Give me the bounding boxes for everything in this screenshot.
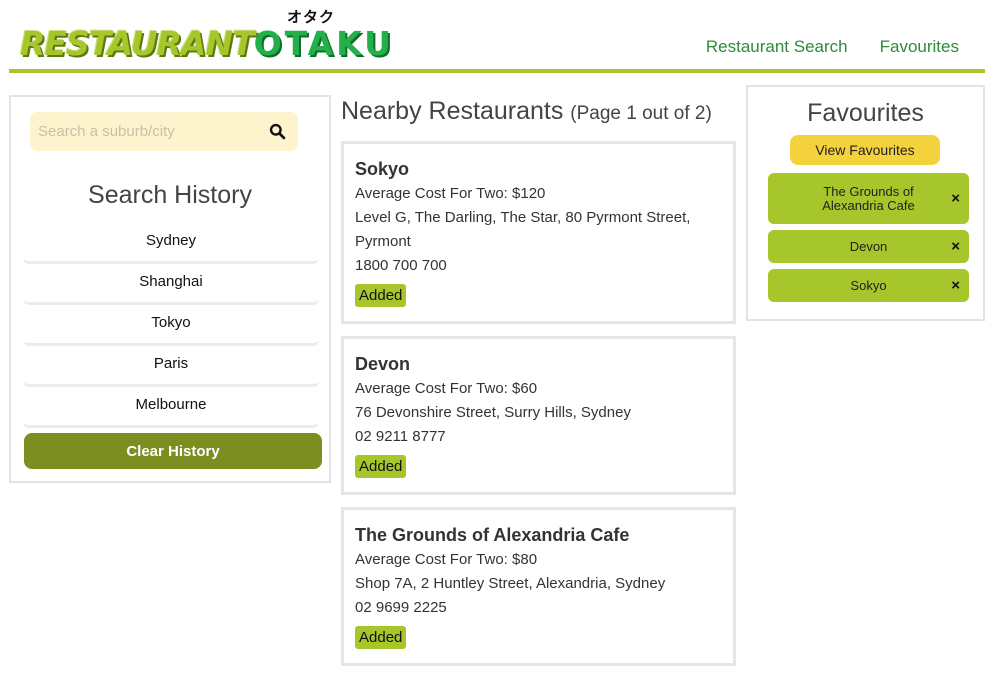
remove-favourite-icon[interactable]: × <box>951 191 960 206</box>
favourites-list: The Grounds of Alexandria Cafe × Devon ×… <box>768 173 969 308</box>
history-item[interactable]: Tokyo <box>23 305 319 346</box>
clear-history-button[interactable]: Clear History <box>24 433 322 469</box>
restaurant-card[interactable]: The Grounds of Alexandria Cafe Average C… <box>341 507 736 666</box>
page-indicator: (Page 1 out of 2) <box>570 103 712 124</box>
search-history-title: Search History <box>88 181 252 209</box>
logo-accent-text: OTAKU <box>253 24 394 63</box>
favourite-name: Sokyo <box>850 277 887 293</box>
restaurant-phone: 1800 700 700 <box>355 257 447 274</box>
results-heading: Nearby Restaurants (Page 1 out of 2) <box>341 97 712 126</box>
remove-favourite-icon[interactable]: × <box>951 278 960 293</box>
restaurant-address: Shop 7A, 2 Huntley Street, Alexandria, S… <box>355 575 666 592</box>
nav-restaurant-search[interactable]: Restaurant Search <box>706 37 848 57</box>
added-badge[interactable]: Added <box>355 284 407 307</box>
logo-wordmark: RESTAURANTOTAKU <box>20 24 394 63</box>
favourite-item[interactable]: Devon × <box>768 230 969 263</box>
favourites-title: Favourites <box>807 99 924 127</box>
restaurant-address: 76 Devonshire Street, Surry Hills, Sydne… <box>355 404 631 421</box>
restaurant-cost: Average Cost For Two: $60 <box>355 380 538 397</box>
view-favourites-button[interactable]: View Favourites <box>790 135 940 165</box>
restaurant-name[interactable]: Devon <box>355 351 722 377</box>
top-nav: Restaurant Search Favourites <box>706 37 959 57</box>
search-input[interactable] <box>38 112 258 151</box>
logo-main-text: RESTAURANT <box>20 24 255 63</box>
restaurant-cost: Average Cost For Two: $80 <box>355 551 538 568</box>
history-item[interactable]: Shanghai <box>23 264 319 305</box>
search-box <box>30 112 298 151</box>
favourite-item[interactable]: The Grounds of Alexandria Cafe × <box>768 173 969 224</box>
logo[interactable]: オタク RESTAURANTOTAKU <box>20 6 391 66</box>
header: オタク RESTAURANTOTAKU Restaurant Search Fa… <box>0 0 993 76</box>
search-icon[interactable] <box>269 123 286 140</box>
remove-favourite-icon[interactable]: × <box>951 239 960 254</box>
restaurant-name[interactable]: The Grounds of Alexandria Cafe <box>355 522 722 548</box>
added-badge[interactable]: Added <box>355 455 407 478</box>
favourites-panel: Favourites View Favourites The Grounds o… <box>746 85 985 321</box>
restaurant-address: Level G, The Darling, The Star, 80 Pyrmo… <box>355 209 691 250</box>
history-item[interactable]: Melbourne <box>23 387 319 428</box>
search-history-list: Sydney Shanghai Tokyo Paris Melbourne <box>23 223 319 428</box>
restaurant-cost: Average Cost For Two: $120 <box>355 185 546 202</box>
favourite-item[interactable]: Sokyo × <box>768 269 969 302</box>
restaurant-card[interactable]: Sokyo Average Cost For Two: $120 Level G… <box>341 141 736 324</box>
favourite-name: The Grounds of Alexandria Cafe <box>822 183 915 213</box>
restaurant-card[interactable]: Devon Average Cost For Two: $60 76 Devon… <box>341 336 736 495</box>
favourite-name: Devon <box>849 238 888 254</box>
added-badge[interactable]: Added <box>355 626 407 649</box>
search-panel: Search History Sydney Shanghai Tokyo Par… <box>9 95 331 483</box>
header-divider <box>9 69 985 73</box>
nav-favourites[interactable]: Favourites <box>880 37 959 57</box>
results-title: Nearby Restaurants <box>341 97 564 125</box>
history-item[interactable]: Sydney <box>23 223 319 264</box>
restaurant-phone: 02 9699 2225 <box>355 599 447 616</box>
restaurant-name[interactable]: Sokyo <box>355 156 722 182</box>
restaurant-phone: 02 9211 8777 <box>355 428 446 445</box>
history-item[interactable]: Paris <box>23 346 319 387</box>
